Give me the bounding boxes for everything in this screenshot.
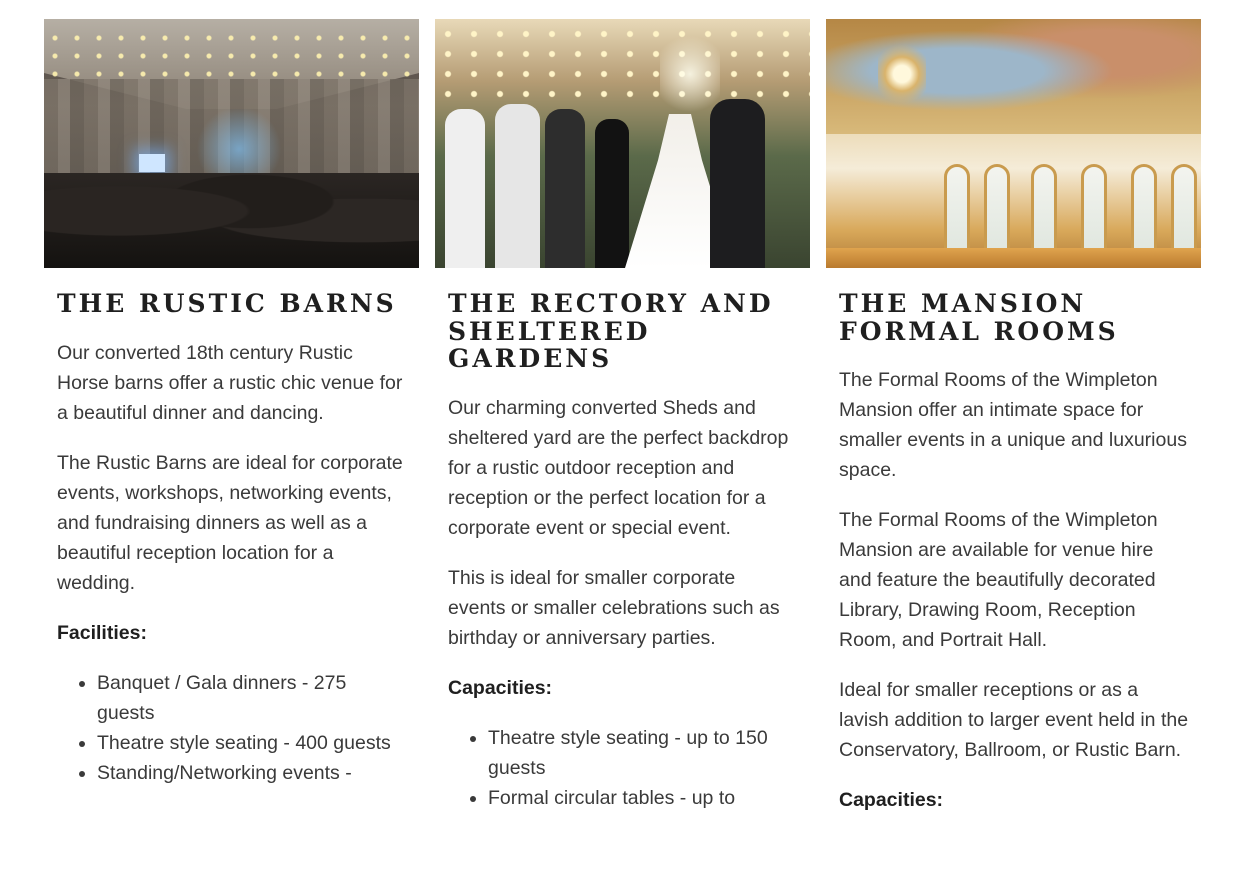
venue-columns: THE RUSTIC BARNS Our converted 18th cent… <box>44 19 1201 890</box>
list-item: Formal circular tables - up to <box>488 783 798 813</box>
capacities-heading: Capacities: <box>839 789 944 811</box>
venue-description: Our charming converted Sheds and shelter… <box>448 396 789 539</box>
venue-card-body: THE RECTORY AND SHELTERED GARDENS Our ch… <box>435 268 810 813</box>
venue-title: THE MANSION FORMAL ROOMS <box>839 289 1119 346</box>
venue-description: This is ideal for smaller corporate even… <box>448 566 780 649</box>
capacities-heading: Capacities: <box>448 676 553 699</box>
venue-card-body: THE MANSION FORMAL ROOMS The Formal Room… <box>826 268 1201 815</box>
venue-description: The Formal Rooms of the Wimpleton Mansio… <box>839 369 1187 481</box>
facilities-list: Banquet / Gala dinners - 275 guests Thea… <box>57 668 407 788</box>
list-item: Theatre style seating - 400 guests <box>97 728 407 758</box>
list-item: Standing/Networking events - <box>97 758 407 788</box>
venue-photo <box>44 19 419 268</box>
venue-photo <box>435 19 810 268</box>
venue-description: Ideal for smaller receptions or as a lav… <box>839 679 1189 761</box>
venue-card-rustic-barns: THE RUSTIC BARNS Our converted 18th cent… <box>44 19 419 890</box>
list-item: Theatre style seating - up to 150 guests <box>488 723 798 783</box>
venue-description: Our converted 18th century Rustic Horse … <box>57 341 403 424</box>
venue-title: THE RECTORY AND SHELTERED GARDENS <box>448 289 774 373</box>
venue-card-rectory-gardens: THE RECTORY AND SHELTERED GARDENS Our ch… <box>435 19 810 890</box>
capacities-list: Theatre style seating - up to 150 guests… <box>448 723 798 813</box>
venue-description: The Formal Rooms of the Wimpleton Mansio… <box>839 509 1158 651</box>
facilities-heading: Facilities: <box>57 621 147 644</box>
venue-photo <box>826 19 1201 268</box>
venue-description: The Rustic Barns are ideal for corporate… <box>57 451 403 594</box>
venue-card-body: THE RUSTIC BARNS Our converted 18th cent… <box>44 268 419 788</box>
list-item: Banquet / Gala dinners - 275 guests <box>97 668 407 728</box>
venue-title: THE RUSTIC BARNS <box>57 289 397 318</box>
venue-card-mansion-rooms: THE MANSION FORMAL ROOMS The Formal Room… <box>826 19 1201 890</box>
